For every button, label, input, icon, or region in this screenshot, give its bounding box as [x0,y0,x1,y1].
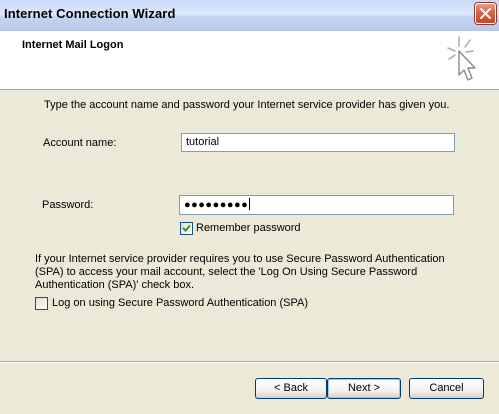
password-value: ●●●●●●●●● [184,199,249,211]
account-name-value: tutorial [186,136,220,148]
close-button[interactable] [475,3,496,24]
window-title: Internet Connection Wizard [4,6,176,21]
close-icon [480,8,491,19]
account-name-input[interactable]: tutorial [181,133,455,152]
remember-password-label[interactable]: Remember password [196,222,301,234]
remember-password-checkbox[interactable] [180,222,193,235]
footer-separator [0,361,499,363]
spa-checkbox-label[interactable]: Log on using Secure Password Authenticat… [52,297,308,309]
next-button[interactable]: Next > [327,378,401,399]
password-label: Password: [42,199,94,211]
intro-text: Type the account name and password your … [44,99,450,111]
spa-checkbox[interactable] [35,297,48,310]
wizard-sparkle-icon [447,36,476,81]
wizard-header: Internet Mail Logon [0,31,499,90]
account-name-label: Account name: [43,137,117,149]
page-title: Internet Mail Logon [22,39,124,51]
spa-description: If your Internet service provider requir… [35,253,445,291]
title-bar[interactable]: Internet Connection Wizard [0,0,499,32]
text-caret [249,198,251,210]
back-button[interactable]: < Back [255,378,327,399]
checkmark-icon [182,224,191,232]
cancel-button[interactable]: Cancel [409,378,484,399]
wizard-window: Internet Connection Wizard Internet Mail… [0,0,499,414]
password-input[interactable]: ●●●●●●●●● [179,195,454,215]
